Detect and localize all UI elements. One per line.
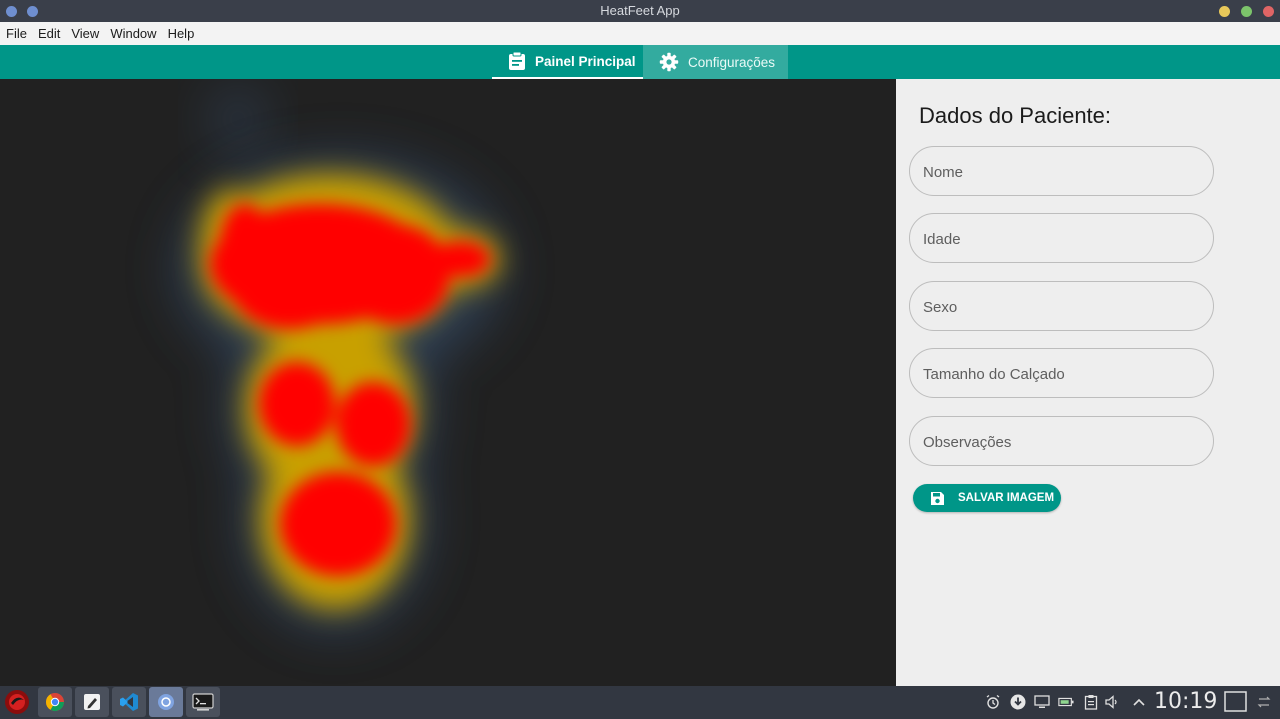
menu-view[interactable]: View <box>71 26 99 41</box>
save-image-button[interactable]: SALVAR IMAGEM <box>913 484 1061 512</box>
panel-title: Dados do Paciente: <box>919 103 1112 128</box>
vscode-icon[interactable] <box>112 687 146 717</box>
sex-input[interactable] <box>921 282 1195 332</box>
foot-pressure-heatmap <box>0 79 896 686</box>
save-button-label: SALVAR IMAGEM <box>958 492 1055 504</box>
age-input[interactable] <box>921 214 1195 264</box>
chevron-up-icon[interactable] <box>1131 694 1147 710</box>
heatmap-canvas <box>180 84 500 629</box>
show-desktop-icon[interactable] <box>1224 691 1248 713</box>
gear-icon <box>659 52 679 72</box>
terminal-icon[interactable] <box>186 687 220 717</box>
app-icon[interactable] <box>149 687 183 717</box>
window-minimize-button[interactable] <box>1219 6 1230 17</box>
heat-faint-spot <box>208 84 268 154</box>
menu-file[interactable]: File <box>6 26 27 41</box>
chrome-icon[interactable] <box>38 687 72 717</box>
tab-label: Configurações <box>688 54 776 70</box>
volume-icon[interactable] <box>1104 694 1120 710</box>
tab-painel-principal[interactable]: Painel Principal <box>492 45 643 79</box>
window-maximize-button[interactable] <box>1241 6 1252 17</box>
clock[interactable]: 10:19 <box>1154 687 1217 717</box>
text-editor-icon[interactable] <box>75 687 109 717</box>
save-icon <box>931 491 944 505</box>
tab-configuracoes[interactable]: Configurações <box>643 45 788 79</box>
menu-bar: File Edit View Window Help <box>0 22 1280 45</box>
download-icon[interactable] <box>1010 694 1026 710</box>
notes-field <box>909 416 1214 467</box>
window-titlebar: HeatFeet App <box>0 0 1280 22</box>
switch-arrows-icon[interactable] <box>1256 694 1272 710</box>
menu-help[interactable]: Help <box>168 26 195 41</box>
tab-label: Painel Principal <box>535 53 636 69</box>
sex-field <box>909 281 1214 332</box>
clipboard-tray-icon[interactable] <box>1083 694 1099 710</box>
shoe-size-field <box>909 348 1214 399</box>
name-field <box>909 146 1214 197</box>
network-icon[interactable] <box>1034 694 1050 710</box>
name-input[interactable] <box>921 147 1195 197</box>
launcher-icon[interactable] <box>0 687 34 717</box>
alarm-icon[interactable] <box>985 694 1001 710</box>
window-close-button[interactable] <box>1263 6 1274 17</box>
clipboard-icon <box>509 51 525 70</box>
age-field <box>909 213 1214 264</box>
patient-data-panel: Dados do Paciente: SALVAR IMAGEM <box>896 79 1280 686</box>
taskbar: 10:19 <box>0 686 1280 719</box>
shoe-size-input[interactable] <box>921 349 1195 399</box>
battery-icon[interactable] <box>1058 694 1074 710</box>
tab-bar: Painel Principal Configurações <box>0 45 1280 79</box>
notes-input[interactable] <box>921 417 1195 467</box>
menu-window[interactable]: Window <box>110 26 156 41</box>
menu-edit[interactable]: Edit <box>38 26 60 41</box>
window-title: HeatFeet App <box>600 3 680 18</box>
